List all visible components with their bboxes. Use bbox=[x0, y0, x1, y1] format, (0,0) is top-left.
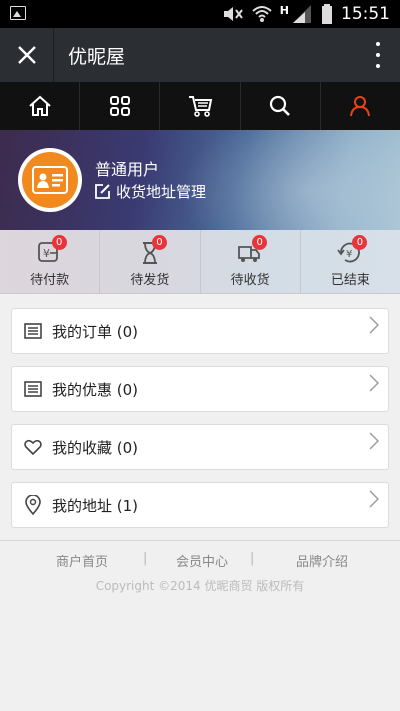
menu-my-address[interactable]: 我的地址 (1) bbox=[11, 482, 389, 528]
status-finished[interactable]: ¥ 0 已结束 bbox=[301, 230, 400, 294]
edit-icon bbox=[95, 184, 110, 199]
more-dot-icon bbox=[376, 53, 380, 57]
address-management-label: 收货地址管理 bbox=[116, 183, 207, 201]
more-menu-button[interactable] bbox=[374, 42, 382, 68]
count-badge: 0 bbox=[151, 235, 167, 250]
chevron-right-icon bbox=[369, 432, 379, 450]
id-card-icon bbox=[32, 166, 68, 194]
profile-banner: 普通用户 收货地址管理 bbox=[0, 130, 400, 230]
list-icon bbox=[24, 323, 42, 339]
footer-link-brand-intro[interactable]: 品牌介绍 bbox=[296, 551, 348, 570]
menu-my-favorites[interactable]: 我的收藏 (0) bbox=[11, 424, 389, 470]
wifi-icon bbox=[252, 6, 272, 22]
nav-search[interactable] bbox=[241, 82, 321, 130]
status-label: 待付款 bbox=[30, 273, 70, 288]
chevron-right-icon bbox=[369, 374, 379, 392]
count-badge: 0 bbox=[352, 235, 368, 250]
menu-label: 我的收藏 (0) bbox=[52, 438, 139, 457]
more-dot-icon bbox=[376, 42, 380, 46]
address-management-link[interactable]: 收货地址管理 bbox=[94, 181, 206, 202]
status-pending-receipt[interactable]: 0 待收货 bbox=[201, 230, 301, 294]
footer: 商户首页 | 会员中心 | 品牌介绍 Copyright ©2014 优昵商贸 … bbox=[0, 540, 400, 711]
mute-icon bbox=[223, 7, 243, 21]
nav-categories[interactable] bbox=[80, 82, 161, 130]
main-nav bbox=[0, 82, 400, 130]
location-icon bbox=[25, 495, 41, 515]
menu-label: 我的优惠 (0) bbox=[52, 380, 139, 399]
status-pending-payment[interactable]: ¥ 0 待付款 bbox=[0, 230, 101, 294]
title-bar: 优昵屋 bbox=[0, 28, 400, 82]
heart-icon bbox=[24, 439, 42, 455]
svg-text:¥: ¥ bbox=[43, 247, 50, 260]
username: 普通用户 bbox=[95, 160, 160, 179]
list-icon bbox=[24, 381, 42, 397]
menu-my-orders[interactable]: 我的订单 (0) bbox=[11, 308, 389, 354]
signal-icon bbox=[293, 5, 311, 23]
chevron-right-icon bbox=[369, 316, 379, 334]
menu-my-coupons[interactable]: 我的优惠 (0) bbox=[11, 366, 389, 412]
status-bar: H 15:51 bbox=[0, 0, 400, 28]
clock-time: 15:51 bbox=[341, 4, 390, 24]
status-label: 已结束 bbox=[330, 273, 370, 288]
copyright: Copyright ©2014 优昵商贸 版权所有 bbox=[95, 579, 305, 593]
footer-separator: | bbox=[143, 551, 148, 566]
footer-link-member-center[interactable]: 会员中心 bbox=[176, 551, 228, 570]
menu-label: 我的地址 (1) bbox=[52, 496, 139, 515]
status-pending-shipment[interactable]: 0 待发货 bbox=[100, 230, 201, 294]
chevron-right-icon bbox=[369, 490, 379, 508]
count-badge: 0 bbox=[252, 235, 268, 250]
battery-icon bbox=[322, 4, 332, 24]
svg-text:¥: ¥ bbox=[346, 249, 352, 260]
grid-icon bbox=[109, 96, 130, 116]
close-icon bbox=[17, 46, 36, 64]
cart-icon bbox=[189, 96, 213, 117]
nav-user[interactable] bbox=[321, 82, 400, 130]
network-type: H bbox=[279, 3, 289, 17]
order-status-bar: ¥ 0 待付款 0 待发货 0 待收货 ¥ 0 已结束 bbox=[0, 230, 400, 294]
status-label: 待发货 bbox=[130, 273, 170, 288]
count-badge: 0 bbox=[51, 235, 67, 250]
page-title: 优昵屋 bbox=[68, 45, 126, 68]
menu-label: 我的订单 (0) bbox=[52, 322, 139, 341]
nav-cart[interactable] bbox=[160, 82, 241, 130]
user-icon bbox=[350, 96, 371, 117]
search-icon bbox=[270, 95, 291, 116]
status-label: 待收货 bbox=[230, 273, 270, 288]
more-dot-icon bbox=[376, 64, 380, 68]
nav-home[interactable] bbox=[0, 82, 81, 130]
avatar[interactable] bbox=[18, 148, 82, 212]
image-notification-icon bbox=[10, 6, 26, 20]
close-button[interactable] bbox=[0, 28, 54, 82]
footer-separator: | bbox=[250, 551, 255, 566]
footer-link-merchant-home[interactable]: 商户首页 bbox=[56, 551, 108, 570]
home-icon bbox=[28, 95, 51, 116]
